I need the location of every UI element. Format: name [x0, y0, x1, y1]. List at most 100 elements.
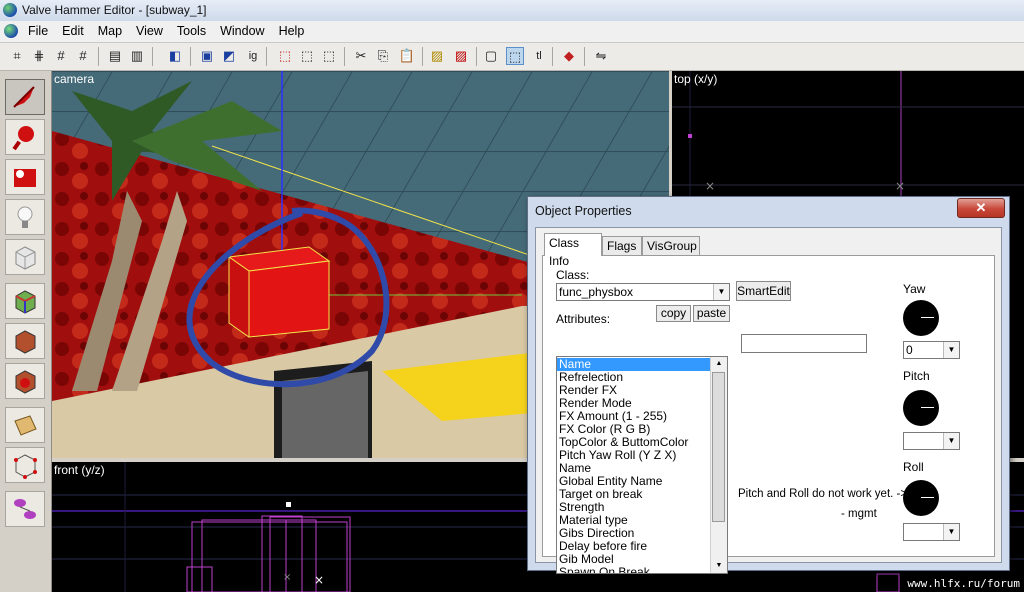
- copy-button[interactable]: copy: [656, 305, 691, 322]
- texture-application-icon[interactable]: tl: [530, 47, 548, 65]
- grid-3d-icon[interactable]: #: [74, 47, 92, 65]
- paste-button[interactable]: paste: [693, 305, 730, 322]
- smartedit-button[interactable]: SmartEdit: [736, 281, 791, 301]
- path-tool[interactable]: [5, 491, 45, 527]
- texture-lock-icon[interactable]: ⬚: [276, 47, 294, 65]
- front-view-label: front (y/z): [54, 463, 105, 477]
- tab-flags[interactable]: Flags: [602, 236, 642, 255]
- copy-icon[interactable]: ⎘: [374, 47, 392, 65]
- svg-text:×: ×: [705, 179, 715, 193]
- class-select[interactable]: func_physbox ▼: [556, 283, 730, 301]
- object-properties-dialog: Object Properties ✕ Class Info Flags Vis…: [527, 196, 1010, 574]
- attributes-list[interactable]: Name Refrelection Render FX Render Mode FX A…: [556, 356, 728, 574]
- window-title: Valve Hammer Editor - [subway_1]: [22, 3, 207, 17]
- chevron-down-icon[interactable]: ▼: [943, 524, 959, 540]
- menu-map[interactable]: Map: [98, 24, 130, 38]
- attributes-label: Attributes:: [556, 312, 611, 326]
- document-icon[interactable]: [4, 24, 18, 38]
- menu-edit[interactable]: Edit: [62, 24, 92, 38]
- attribute-item[interactable]: Spawn On Break: [557, 566, 711, 574]
- camera-tool[interactable]: [5, 159, 45, 195]
- tab-visgroup[interactable]: VisGroup: [642, 236, 700, 255]
- note-author: - mgmt: [841, 508, 877, 520]
- ignore-grouping-icon[interactable]: ig: [244, 47, 262, 65]
- grid-toggle-icon[interactable]: ⌗: [8, 47, 26, 65]
- yaw-label: Yaw: [903, 282, 926, 296]
- menu-window[interactable]: Window: [220, 24, 272, 38]
- cut-icon[interactable]: ✂: [352, 47, 370, 65]
- roll-dial[interactable]: [903, 480, 939, 516]
- lightbulb-icon: [17, 206, 33, 228]
- pitch-label: Pitch: [903, 369, 930, 383]
- app-icon: [3, 3, 17, 17]
- pitch-select[interactable]: ▼: [903, 432, 960, 450]
- yaw-select-value: 0: [906, 343, 913, 357]
- ungroup-icon[interactable]: ▥: [128, 47, 146, 65]
- paste-icon[interactable]: 📋: [398, 47, 416, 65]
- camera-icon: [14, 169, 36, 187]
- roll-select[interactable]: ▼: [903, 523, 960, 541]
- svg-text:×: ×: [314, 573, 324, 587]
- entity-tool[interactable]: [5, 199, 45, 235]
- title-bar: Valve Hammer Editor - [subway_1]: [0, 0, 1024, 22]
- grid-larger-icon[interactable]: #: [52, 47, 70, 65]
- menu-view[interactable]: View: [136, 24, 171, 38]
- roll-label: Roll: [903, 460, 924, 474]
- pitch-dial[interactable]: [903, 390, 939, 426]
- attributes-items: Name Refrelection Render FX Render Mode FX A…: [557, 358, 711, 574]
- magnify-icon: [12, 126, 34, 151]
- dialog-title: Object Properties: [535, 204, 632, 218]
- class-label: Class:: [556, 268, 590, 282]
- grid-smaller-icon[interactable]: ⋕: [30, 47, 48, 65]
- scroll-down-icon[interactable]: ▼: [711, 559, 727, 573]
- snap-to-grid-icon[interactable]: ▢: [482, 47, 500, 65]
- yaw-select[interactable]: 0 ▼: [903, 341, 960, 359]
- toggle-toolbar-b-icon[interactable]: ▨: [452, 47, 470, 65]
- chevron-down-icon[interactable]: ▼: [943, 342, 959, 358]
- magnify-tool[interactable]: [5, 119, 45, 155]
- apply-texture-tool[interactable]: [5, 323, 45, 359]
- selection-box-icon[interactable]: ⬚: [298, 47, 316, 65]
- run-map-icon[interactable]: ◆: [560, 47, 578, 65]
- block-icon: [15, 246, 36, 270]
- menu-tools[interactable]: Tools: [177, 24, 214, 38]
- path-icon: [14, 499, 36, 519]
- close-icon: ✕: [975, 200, 987, 215]
- svg-text:×: ×: [283, 572, 291, 583]
- selection-tool-icon[interactable]: ⬚: [506, 47, 524, 65]
- menu-file[interactable]: File: [28, 24, 56, 38]
- hide-icon[interactable]: ◧: [166, 47, 184, 65]
- toggle-toolbar-a-icon[interactable]: ▨: [428, 47, 446, 65]
- selection-tool[interactable]: [5, 79, 45, 115]
- attributes-scrollbar[interactable]: ▲ ▼: [710, 357, 727, 573]
- group-icon[interactable]: ▤: [106, 47, 124, 65]
- close-button[interactable]: ✕: [957, 198, 1005, 218]
- scroll-thumb[interactable]: [712, 372, 725, 522]
- brick-cube-icon: [15, 330, 36, 354]
- texture-tool[interactable]: [5, 283, 45, 319]
- decal-tool[interactable]: [5, 363, 45, 399]
- scroll-up-icon[interactable]: ▲: [711, 357, 727, 371]
- decal-cube-icon: [15, 370, 36, 394]
- chevron-down-icon[interactable]: ▼: [943, 433, 959, 449]
- class-select-value: func_physbox: [559, 285, 634, 299]
- tool-palette: [0, 71, 52, 592]
- top-view-label: top (x/y): [674, 72, 718, 86]
- texture-cube-icon: [15, 290, 36, 314]
- transform-icon[interactable]: ⬚: [320, 47, 338, 65]
- attribute-value-input[interactable]: [741, 334, 867, 353]
- yaw-dial[interactable]: [903, 300, 939, 336]
- main-toolbar: ⌗ ⋕ # # ▤ ▥ ◧ ▣ ◩ ig ⬚ ⬚ ⬚ ✂ ⎘ 📋 ▨ ▨ ▢ ⬚…: [0, 43, 1024, 71]
- menu-bar: File Edit Map View Tools Window Help: [0, 21, 1024, 43]
- watermark: www.hlfx.ru/forum: [907, 577, 1020, 590]
- tab-class-info[interactable]: Class Info: [544, 233, 602, 268]
- menu-help[interactable]: Help: [279, 24, 313, 38]
- entity-report-icon[interactable]: ⇋: [592, 47, 610, 65]
- hollow-icon[interactable]: ◩: [220, 47, 238, 65]
- carve-icon[interactable]: ▣: [198, 47, 216, 65]
- clip-tool[interactable]: [5, 407, 45, 443]
- chevron-down-icon[interactable]: ▼: [713, 284, 729, 300]
- class-info-panel: Class: func_physbox ▼ SmartEdit Attribut…: [542, 255, 995, 574]
- block-tool[interactable]: [5, 239, 45, 275]
- vertex-tool[interactable]: [5, 447, 45, 483]
